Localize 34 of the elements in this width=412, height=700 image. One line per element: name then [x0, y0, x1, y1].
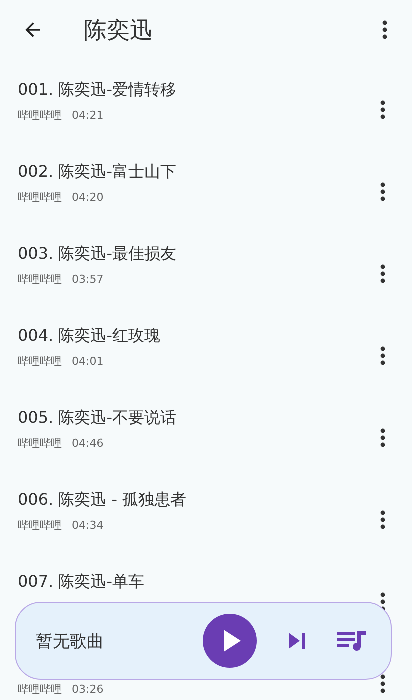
song-source: 哔哩哔哩 — [18, 108, 62, 122]
song-title[interactable]: 002. 陈奕迅-富士山下 — [18, 160, 380, 184]
song-duration: 04:01 — [72, 354, 104, 368]
song-duration: 03:57 — [72, 272, 104, 286]
more-icon[interactable] — [380, 182, 386, 202]
more-icon[interactable] — [380, 510, 386, 530]
song-title[interactable]: 007. 陈奕迅-单车 — [18, 570, 380, 594]
skip-next-icon[interactable] — [287, 631, 307, 651]
song-title[interactable]: 005. 陈奕迅-不要说话 — [18, 406, 380, 430]
more-icon[interactable] — [380, 674, 386, 694]
playlist-icon[interactable] — [337, 629, 367, 653]
song-title[interactable]: 003. 陈奕迅-最佳损友 — [18, 242, 380, 266]
song-source: 哔哩哔哩 — [18, 190, 62, 204]
song-source: 哔哩哔哩 — [18, 436, 62, 450]
more-icon[interactable] — [380, 346, 386, 366]
more-icon[interactable] — [380, 264, 386, 284]
song-source: 哔哩哔哩 — [18, 682, 62, 696]
more-icon[interactable] — [380, 100, 386, 120]
song-title[interactable]: 004. 陈奕迅-红玫瑰 — [18, 324, 380, 348]
more-icon[interactable] — [380, 428, 386, 448]
song-duration: 04:20 — [72, 190, 104, 204]
song-duration: 04:21 — [72, 108, 104, 122]
now-playing-text: 暂无歌曲 — [36, 630, 105, 652]
song-duration: 03:26 — [72, 682, 104, 696]
song-title[interactable]: 006. 陈奕迅 - 孤独患者 — [18, 488, 380, 512]
song-duration: 04:34 — [72, 518, 104, 532]
more-icon[interactable] — [382, 20, 388, 40]
song-source: 哔哩哔哩 — [18, 518, 62, 532]
song-source: 哔哩哔哩 — [18, 354, 62, 368]
page-title: 陈奕迅 — [84, 16, 154, 46]
song-duration: 04:46 — [72, 436, 104, 450]
play-button[interactable] — [203, 614, 257, 668]
song-source: 哔哩哔哩 — [18, 272, 62, 286]
song-title[interactable]: 001. 陈奕迅-爱情转移 — [18, 78, 380, 102]
